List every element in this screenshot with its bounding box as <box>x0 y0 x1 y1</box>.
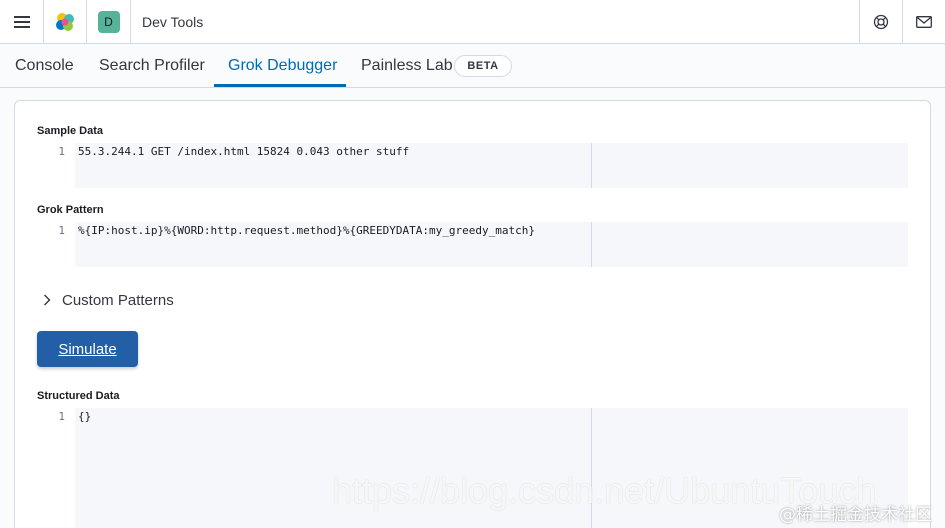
line-number: 1 <box>58 410 65 423</box>
grok-pattern-editor[interactable]: 1 %{IP:host.ip}%{WORD:http.request.metho… <box>37 222 908 267</box>
help-icon[interactable] <box>860 0 902 44</box>
tab-grok-debugger[interactable]: Grok Debugger <box>228 44 337 88</box>
top-bar: D Dev Tools <box>0 0 945 44</box>
line-number: 1 <box>58 145 65 158</box>
line-number: 1 <box>58 224 65 237</box>
custom-patterns-toggle[interactable]: Custom Patterns <box>40 288 174 312</box>
mail-icon[interactable] <box>903 0 945 44</box>
chevron-right-icon <box>40 293 54 307</box>
tab-painless-lab[interactable]: Painless Lab <box>361 44 453 88</box>
sample-data-label: Sample Data <box>37 125 104 137</box>
simulate-button[interactable]: Simulate <box>37 331 138 367</box>
active-tab-indicator <box>214 84 346 87</box>
elastic-logo-icon[interactable] <box>44 0 86 44</box>
app-title: Dev Tools <box>142 14 204 30</box>
print-margin <box>591 143 592 188</box>
space-avatar[interactable]: D <box>87 0 130 44</box>
menu-icon[interactable] <box>0 0 43 44</box>
editor-gutter <box>37 408 75 528</box>
tab-console[interactable]: Console <box>15 44 74 88</box>
tab-search-profiler[interactable]: Search Profiler <box>99 44 205 88</box>
custom-patterns-label: Custom Patterns <box>62 291 174 309</box>
beta-badge: BETA <box>454 55 512 77</box>
grok-pattern-text: %{IP:host.ip}%{WORD:http.request.method}… <box>78 224 535 237</box>
watermark-community: @稀土掘金技术社区 <box>779 505 932 525</box>
grok-pattern-label: Grok Pattern <box>37 204 104 216</box>
sample-data-text: 55.3.244.1 GET /index.html 15824 0.043 o… <box>78 145 410 158</box>
sample-data-editor[interactable]: 1 55.3.244.1 GET /index.html 15824 0.043… <box>37 143 908 188</box>
space-avatar-initial: D <box>97 11 120 33</box>
structured-data-text: {} <box>78 410 92 423</box>
structured-data-label: Structured Data <box>37 390 120 402</box>
print-margin <box>591 222 592 267</box>
